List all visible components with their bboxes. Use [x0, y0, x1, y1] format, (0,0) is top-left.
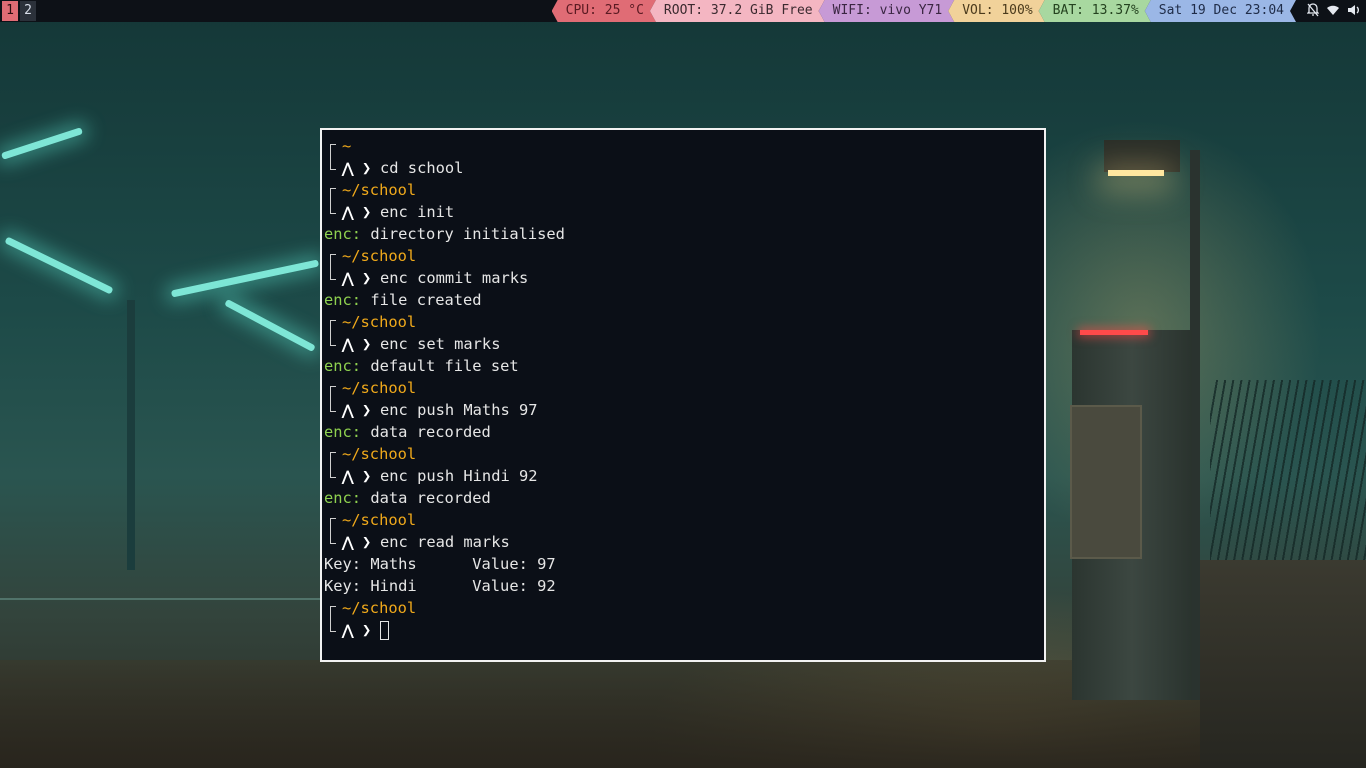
arch-logo-icon: ⋀ — [342, 205, 354, 221]
prompt-path: ~/school — [324, 377, 565, 400]
prompt-path: ~/school — [324, 311, 565, 334]
wallpaper-lamp-head — [1104, 140, 1180, 172]
workspace-2-button[interactable]: 2 — [20, 1, 36, 21]
prompt-line: ⋀ ❯ enc set marks — [324, 333, 565, 355]
output-text: default file set — [370, 357, 519, 375]
command-text: enc set marks — [380, 335, 501, 353]
cpu-status: CPU: 25 °C — [552, 0, 656, 22]
battery-status: BAT: 13.37% — [1039, 0, 1151, 22]
terminal-window[interactable]: ~ ⋀ ❯ cd school ~/school ⋀ ❯ enc init enc: d… — [320, 128, 1046, 662]
arch-logo-icon: ⋀ — [342, 337, 354, 353]
wallpaper-red-light — [1080, 330, 1148, 335]
output-text: file created — [370, 291, 482, 309]
prompt-line[interactable]: ⋀ ❯ — [324, 619, 565, 641]
prompt-line: ⋀ ❯ enc read marks — [324, 531, 565, 553]
command-text: enc read marks — [380, 533, 510, 551]
output-text: data recorded — [370, 489, 491, 507]
wifi-status: WIFI: vivo Y71 — [819, 0, 955, 22]
arch-logo-icon: ⋀ — [342, 469, 354, 485]
prompt-chevron-icon: ❯ — [362, 203, 372, 221]
notifications-off-icon[interactable] — [1306, 3, 1320, 22]
prompt-path: ~/school — [324, 443, 565, 466]
volume-status: VOL: 100% — [948, 0, 1044, 22]
wallpaper-pole — [127, 300, 135, 570]
prompt-chevron-icon: ❯ — [362, 533, 372, 551]
enc-prefix: enc: — [324, 423, 362, 441]
output-text: data recorded — [370, 423, 491, 441]
prompt-path: ~ — [324, 135, 565, 158]
prompt-path: ~/school — [324, 179, 565, 202]
output-text: directory initialised — [370, 225, 565, 243]
wallpaper-line — [0, 598, 320, 600]
status-bar: CPU: 25 °C ROOT: 37.2 GiB Free WIFI: viv… — [558, 0, 1296, 22]
command-text: enc push Maths 97 — [380, 401, 538, 419]
wallpaper-charger-panel — [1070, 405, 1142, 559]
prompt-chevron-icon: ❯ — [362, 467, 372, 485]
root-status: ROOT: 37.2 GiB Free — [650, 0, 825, 22]
command-text: enc commit marks — [380, 269, 529, 287]
prompt-line: ⋀ ❯ enc commit marks — [324, 267, 565, 289]
output-line: Key: Maths Value: 97 — [324, 555, 556, 573]
prompt-line: ⋀ ❯ enc push Maths 97 — [324, 399, 565, 421]
command-text: enc push Hindi 92 — [380, 467, 538, 485]
output-line: enc: data recorded — [324, 487, 565, 509]
prompt-chevron-icon: ❯ — [362, 159, 372, 177]
arch-logo-icon: ⋀ — [342, 535, 354, 551]
wallpaper-streetlight — [224, 298, 316, 353]
arch-logo-icon: ⋀ — [342, 403, 354, 419]
prompt-path: ~/school — [324, 597, 565, 620]
workspace-1-button[interactable]: 1 — [2, 1, 18, 21]
enc-prefix: enc: — [324, 489, 362, 507]
prompt-line: ⋀ ❯ enc init — [324, 201, 565, 223]
output-line: enc: data recorded — [324, 421, 565, 443]
output-line: enc: file created — [324, 289, 565, 311]
wallpaper-streetlight — [170, 259, 320, 298]
output-line: enc: directory initialised — [324, 223, 565, 245]
text-cursor[interactable] — [380, 621, 389, 640]
arch-logo-icon: ⋀ — [342, 271, 354, 287]
terminal-output: ~ ⋀ ❯ cd school ~/school ⋀ ❯ enc init enc: d… — [324, 135, 565, 641]
prompt-chevron-icon: ❯ — [362, 621, 372, 639]
output-line: Key: Hindi Value: 92 — [324, 577, 556, 595]
enc-prefix: enc: — [324, 357, 362, 375]
prompt-chevron-icon: ❯ — [362, 401, 372, 419]
prompt-chevron-icon: ❯ — [362, 335, 372, 353]
prompt-chevron-icon: ❯ — [362, 269, 372, 287]
command-text: enc init — [380, 203, 455, 221]
prompt-path: ~/school — [324, 245, 565, 268]
system-tray — [1306, 3, 1360, 22]
wifi-icon[interactable] — [1327, 3, 1339, 22]
arch-logo-icon: ⋀ — [342, 161, 354, 177]
volume-icon[interactable] — [1347, 3, 1360, 22]
arch-logo-icon: ⋀ — [342, 623, 354, 639]
datetime-status: Sat 19 Dec 23:04 — [1145, 0, 1296, 22]
command-text: cd school — [380, 159, 464, 177]
wallpaper-streetlight — [0, 127, 84, 160]
output-line: enc: default file set — [324, 355, 565, 377]
prompt-path: ~/school — [324, 509, 565, 532]
top-bar: 1 2 CPU: 25 °C ROOT: 37.2 GiB Free WIFI:… — [0, 0, 1366, 22]
wallpaper-streetlight — [4, 236, 114, 295]
enc-prefix: enc: — [324, 225, 362, 243]
wallpaper-wall — [1200, 560, 1366, 768]
prompt-line: ⋀ ❯ enc push Hindi 92 — [324, 465, 565, 487]
prompt-line: ⋀ ❯ cd school — [324, 157, 565, 179]
enc-prefix: enc: — [324, 291, 362, 309]
wallpaper-lamp-light — [1108, 170, 1164, 176]
